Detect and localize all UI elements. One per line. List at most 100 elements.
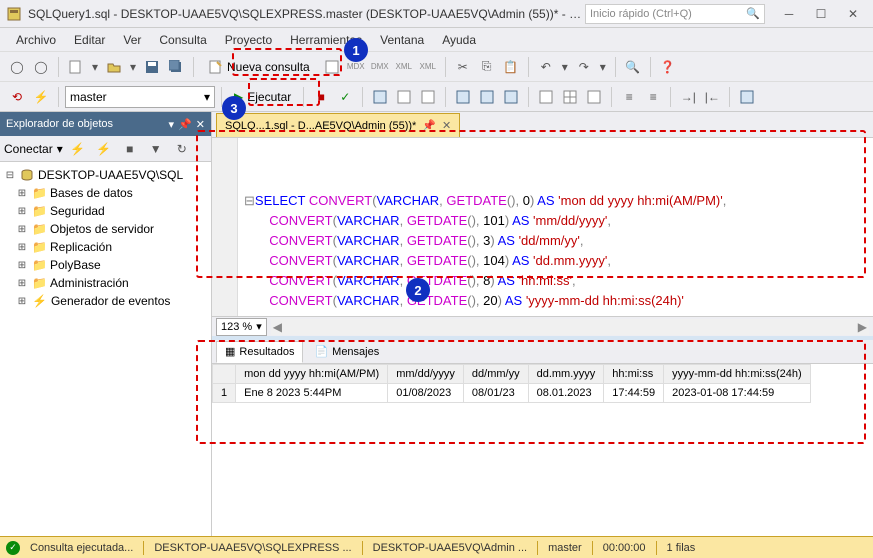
menu-ayuda[interactable]: Ayuda xyxy=(434,30,484,50)
column-header[interactable]: mm/dd/yyyy xyxy=(388,365,464,384)
xmla2-icon[interactable]: XML xyxy=(417,56,439,78)
table-cell[interactable]: 2023-01-08 17:44:59 xyxy=(664,384,811,403)
intellisense-icon[interactable] xyxy=(417,86,439,108)
stop-conn-icon[interactable]: ■ xyxy=(119,138,141,160)
paste-icon[interactable]: 📋 xyxy=(500,56,522,78)
menu-editar[interactable]: Editar xyxy=(66,30,113,50)
tree-item-objetos[interactable]: ⊞📁Objetos de servidor xyxy=(0,220,211,238)
tree-item-bases[interactable]: ⊞📁Bases de datos xyxy=(0,184,211,202)
nav-forward-button[interactable]: ◯ xyxy=(30,56,52,78)
column-header[interactable]: dd.mm.yyyy xyxy=(528,365,604,384)
live-stats-icon[interactable] xyxy=(476,86,498,108)
undo-dropdown[interactable]: ▾ xyxy=(559,60,571,74)
tab-resultados[interactable]: ▦ Resultados xyxy=(216,341,303,363)
collapse-icon[interactable]: ⊟ xyxy=(4,169,16,181)
menu-proyecto[interactable]: Proyecto xyxy=(217,30,280,50)
cut-icon[interactable]: ✂ xyxy=(452,56,474,78)
tree-root[interactable]: ⊟ DESKTOP-UAAE5VQ\SQL xyxy=(0,166,211,184)
specify-values-icon[interactable] xyxy=(736,86,758,108)
help-icon[interactable]: ❓ xyxy=(657,56,679,78)
menu-herramientas[interactable]: Herramientas xyxy=(282,30,370,50)
menu-consulta[interactable]: Consulta xyxy=(151,30,214,50)
results-grid-icon[interactable] xyxy=(559,86,581,108)
column-header[interactable]: yyyy-mm-dd hh:mi:ss(24h) xyxy=(664,365,811,384)
column-header[interactable]: mon dd yyyy hh:mi(AM/PM) xyxy=(236,365,388,384)
redo-icon[interactable]: ↷ xyxy=(573,56,595,78)
actual-plan-icon[interactable] xyxy=(452,86,474,108)
expand-icon[interactable]: ⊞ xyxy=(16,205,28,217)
tab-mensajes[interactable]: 📄 Mensajes xyxy=(305,341,388,363)
conectar-label[interactable]: Conectar xyxy=(4,142,53,156)
query-options-icon[interactable] xyxy=(393,86,415,108)
quick-launch-input[interactable]: Inicio rápido (Ctrl+Q) 🔍 xyxy=(585,4,765,24)
parse-icon[interactable]: ✓ xyxy=(334,86,356,108)
column-header[interactable]: hh:mi:ss xyxy=(604,365,664,384)
column-header[interactable]: dd/mm/yy xyxy=(463,365,528,384)
open-icon[interactable] xyxy=(103,56,125,78)
xmla-icon[interactable]: XML xyxy=(393,56,415,78)
redo-dropdown[interactable]: ▾ xyxy=(597,60,609,74)
disconnect-icon[interactable]: ⚡ xyxy=(93,138,115,160)
change-connection-icon[interactable]: ⚡ xyxy=(30,86,52,108)
ejecutar-button[interactable]: ▶ Ejecutar xyxy=(228,86,297,108)
tree-item-replicacion[interactable]: ⊞📁Replicación xyxy=(0,238,211,256)
stop-icon[interactable]: ■ xyxy=(310,86,332,108)
copy-icon[interactable]: ⎘ xyxy=(476,56,498,78)
pin-tab-icon[interactable]: 📌 xyxy=(422,119,436,132)
results-text-icon[interactable] xyxy=(535,86,557,108)
mdx-icon[interactable]: MDX xyxy=(345,56,367,78)
tab-sqlquery1[interactable]: SQLQ...1.sql - D...AE5VQ\Admin (55))* 📌 … xyxy=(216,113,460,137)
table-cell[interactable]: 01/08/2023 xyxy=(388,384,464,403)
table-row[interactable]: 1Ene 8 2023 5:44PM01/08/202308/01/2308.0… xyxy=(213,384,811,403)
tree-item-polybase[interactable]: ⊞📁PolyBase xyxy=(0,256,211,274)
expand-icon[interactable]: ⊞ xyxy=(16,241,28,253)
table-cell[interactable]: Ene 8 2023 5:44PM xyxy=(236,384,388,403)
expand-icon[interactable]: ⊞ xyxy=(16,187,28,199)
undo-icon[interactable]: ↶ xyxy=(535,56,557,78)
outdent-icon[interactable]: |← xyxy=(701,86,723,108)
tree-item-eventos[interactable]: ⊞⚡Generador de eventos xyxy=(0,292,211,310)
save-all-icon[interactable] xyxy=(165,56,187,78)
nav-back-button[interactable]: ◯ xyxy=(6,56,28,78)
indent-icon[interactable]: →| xyxy=(677,86,699,108)
zoom-select[interactable]: 123 % ▾ xyxy=(216,318,267,336)
comment-icon[interactable]: ≡ xyxy=(618,86,640,108)
expand-icon[interactable]: ⊞ xyxy=(16,277,28,289)
column-header[interactable] xyxy=(213,365,236,384)
tree-item-admin[interactable]: ⊞📁Administración xyxy=(0,274,211,292)
menu-ver[interactable]: Ver xyxy=(115,30,149,50)
panel-close-icon[interactable]: ✕ xyxy=(196,118,205,131)
results-grid[interactable]: mon dd yyyy hh:mi(AM/PM)mm/dd/yyyydd/mm/… xyxy=(212,364,873,536)
refresh-icon[interactable]: ↻ xyxy=(171,138,193,160)
results-file-icon[interactable] xyxy=(583,86,605,108)
database-select[interactable]: master ▾ xyxy=(65,86,215,108)
client-stats-icon[interactable] xyxy=(500,86,522,108)
maximize-button[interactable]: ☐ xyxy=(807,3,835,25)
find-icon[interactable]: 🔍 xyxy=(622,56,644,78)
nueva-consulta-button[interactable]: Nueva consulta xyxy=(200,56,319,78)
sql-editor[interactable]: ⊟SELECT CONVERT(VARCHAR, GETDATE(), 0) A… xyxy=(212,138,873,316)
connect-icon[interactable]: ⚡ xyxy=(67,138,89,160)
conectar-dropdown-icon[interactable]: ▾ xyxy=(57,142,63,156)
pin-icon[interactable]: 📌 xyxy=(178,118,192,131)
open-dropdown[interactable]: ▾ xyxy=(127,60,139,74)
expand-icon[interactable]: ⊞ xyxy=(16,223,28,235)
menu-archivo[interactable]: Archivo xyxy=(8,30,64,50)
connection-icon[interactable]: ⟲ xyxy=(6,86,28,108)
table-cell[interactable]: 17:44:59 xyxy=(604,384,664,403)
estimated-plan-icon[interactable] xyxy=(369,86,391,108)
tree-item-seguridad[interactable]: ⊞📁Seguridad xyxy=(0,202,211,220)
table-cell[interactable]: 08.01.2023 xyxy=(528,384,604,403)
save-icon[interactable] xyxy=(141,56,163,78)
table-cell[interactable]: 08/01/23 xyxy=(463,384,528,403)
expand-icon[interactable]: ⊞ xyxy=(16,295,28,307)
menu-ventana[interactable]: Ventana xyxy=(372,30,432,50)
table-cell[interactable]: 1 xyxy=(213,384,236,403)
horizontal-scrollbar[interactable]: ◀ ▶ xyxy=(271,319,869,335)
object-tree[interactable]: ⊟ DESKTOP-UAAE5VQ\SQL ⊞📁Bases de datos ⊞… xyxy=(0,162,211,536)
dmx-icon[interactable]: DMX xyxy=(369,56,391,78)
minimize-button[interactable]: ─ xyxy=(775,3,803,25)
filter-icon[interactable]: ▼ xyxy=(145,138,167,160)
close-button[interactable]: ✕ xyxy=(839,3,867,25)
new-icon[interactable] xyxy=(65,56,87,78)
